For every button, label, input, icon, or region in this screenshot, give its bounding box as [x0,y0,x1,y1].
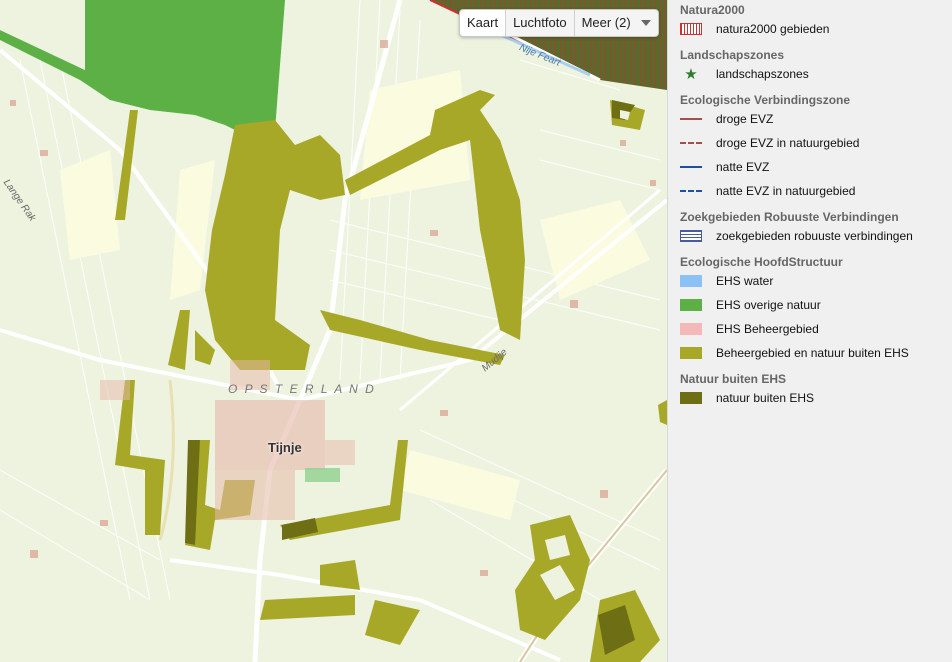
map-type-luchtfoto-button[interactable]: Luchtfoto [506,10,575,36]
fill-swatch-icon [680,299,702,311]
legend-section-title: Zoekgebieden Robuuste Verbindingen [680,210,899,224]
legend-item: EHS Beheergebied [680,317,952,341]
legend-item-label: Beheergebied en natuur buiten EHS [716,346,909,360]
legend-item: natuur buiten EHS [680,386,952,410]
fill-swatch-icon [680,392,702,404]
legend-item: droge EVZ in natuurgebied [680,131,952,155]
legend-panel: Natura2000 natura2000 gebieden Landschap… [667,0,952,662]
region-label: O P S T E R L A N D [228,382,376,396]
legend-item: Beheergebied en natuur buiten EHS [680,341,952,365]
map-canvas[interactable]: Tijnje O P S T E R L A N D Nije Feart Mu… [0,0,667,662]
hatch-box-icon [680,23,702,35]
legend-item: droge EVZ [680,107,952,131]
legend-item-label: droge EVZ in natuurgebied [716,136,860,150]
legend-item-label: landschapszones [716,67,809,81]
fill-swatch-icon [680,323,702,335]
legend-item-label: natuur buiten EHS [716,391,815,405]
legend-section-title: Ecologische Verbindingszone [680,93,851,107]
legend-item: EHS water [680,269,952,293]
dashed-line-icon [680,137,702,149]
town-label: Tijnje [268,440,302,455]
legend-section-title: Ecologische HoofdStructuur [680,255,843,269]
map-type-switch: Kaart Luchtfoto Meer (2) [459,9,659,37]
chevron-down-icon [640,20,651,26]
legend-item-label: zoekgebieden robuuste verbindingen [716,229,913,243]
legend-item: natura2000 gebieden [680,17,952,41]
legend-item-label: EHS overige natuur [716,298,821,312]
legend-item-label: droge EVZ [716,112,774,126]
legend-section-title: Natura2000 [680,3,745,17]
legend-item: EHS overige natuur [680,293,952,317]
legend-item: natte EVZ in natuurgebied [680,179,952,203]
map-type-kaart-button[interactable]: Kaart [460,10,507,36]
map-type-more-label: Meer (2) [581,15,631,30]
legend-item: zoekgebieden robuuste verbindingen [680,224,952,248]
dashed-line-icon [680,185,702,197]
map-type-more-button[interactable]: Meer (2) [575,10,658,36]
map-layer [0,0,667,662]
legend-item-label: natte EVZ [716,160,770,174]
legend-item-label: EHS Beheergebied [716,322,819,336]
star-icon: ★ [684,66,698,83]
stripe-box-icon [680,230,702,242]
fill-swatch-icon [680,275,702,287]
legend-section-title: Natuur buiten EHS [680,372,787,386]
fill-swatch-icon [680,347,702,359]
legend-section-title: Landschapszones [680,48,785,62]
legend-item-label: natte EVZ in natuurgebied [716,184,856,198]
legend-item-label: natura2000 gebieden [716,22,830,36]
line-icon [680,161,702,173]
line-icon [680,113,702,125]
legend-item-label: EHS water [716,274,774,288]
legend-item: natte EVZ [680,155,952,179]
legend-item: ★ landschapszones [680,62,952,86]
